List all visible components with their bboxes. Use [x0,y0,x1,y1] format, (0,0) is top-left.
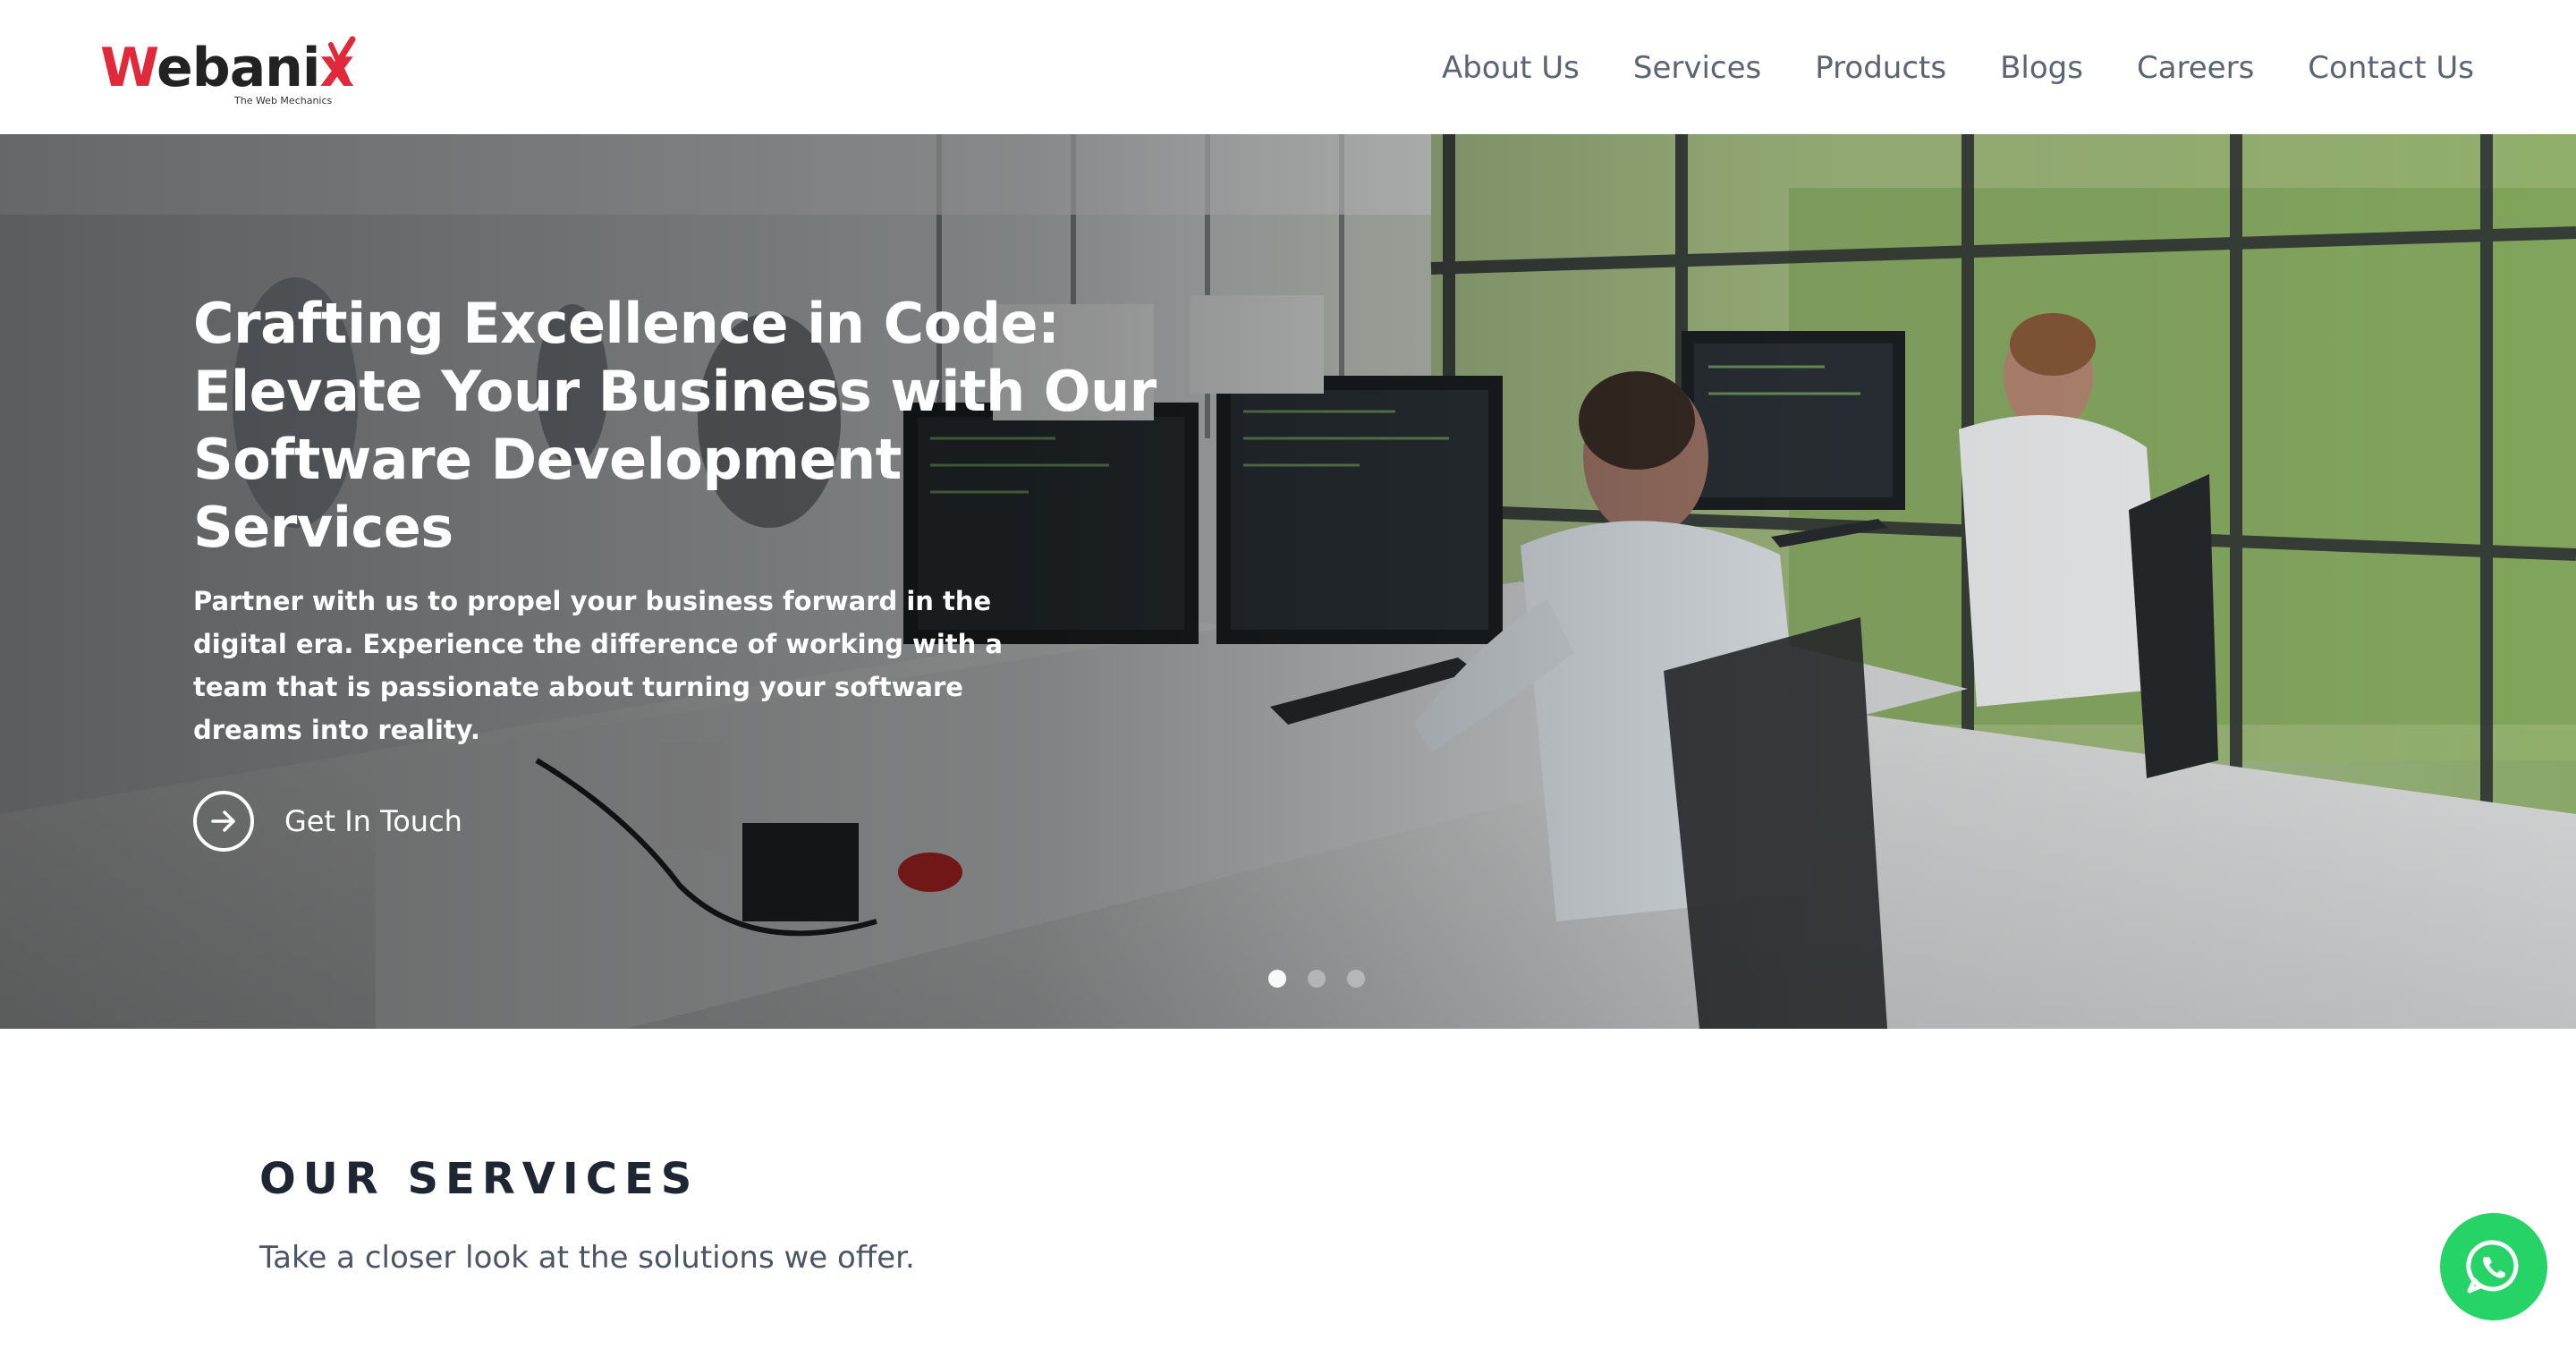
page: Webanix The Web Mechanics About Us Servi… [0,0,2576,1349]
site-header: Webanix The Web Mechanics About Us Servi… [0,0,2576,134]
arrow-right-circle-icon [193,791,254,852]
nav-services[interactable]: Services [1633,39,1761,97]
whatsapp-button[interactable] [2440,1213,2547,1320]
services-subheading: Take a closer look at the solutions we o… [259,1240,915,1276]
main-nav: About Us Services Products Blogs Careers… [1442,39,2474,97]
get-in-touch-label: Get In Touch [284,804,462,838]
logo-letter-w: W [100,37,157,99]
logo-letter-x: x [319,37,354,99]
logo-wordmark: Webanix [100,32,354,104]
services-heading: OUR SERVICES [259,1154,699,1204]
hero-subtitle: Partner with us to propel your business … [193,586,1003,745]
hero-title: Crafting Excellence in Code: Elevate You… [193,291,1157,560]
slider-dot-2[interactable] [1308,970,1326,988]
slider-dots [1268,970,1365,988]
get-in-touch-button[interactable]: Get In Touch [193,791,1177,852]
hero-content: Crafting Excellence in Code: Elevate You… [193,290,1177,852]
slider-dot-1[interactable] [1268,970,1286,988]
logo-letters-ebani: ebani [157,37,320,99]
whatsapp-icon [2466,1240,2519,1294]
nav-careers[interactable]: Careers [2137,39,2254,97]
logo[interactable]: Webanix The Web Mechanics [100,32,360,109]
nav-blogs[interactable]: Blogs [2000,39,2083,97]
slider-dot-3[interactable] [1347,970,1365,988]
nav-about-us[interactable]: About Us [1442,39,1580,97]
nav-products[interactable]: Products [1815,39,1946,97]
hero-slider: Crafting Excellence in Code: Elevate You… [0,134,2576,1029]
nav-contact-us[interactable]: Contact Us [2308,39,2474,97]
logo-tagline: The Web Mechanics [234,95,333,106]
